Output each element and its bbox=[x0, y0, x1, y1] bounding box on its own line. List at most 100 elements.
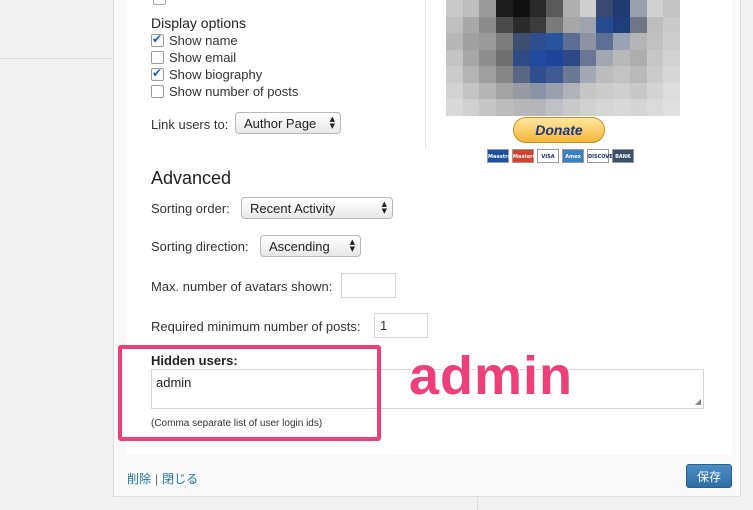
payment-card-icon: BANK bbox=[612, 149, 634, 163]
close-link[interactable]: 閉じる bbox=[162, 472, 198, 486]
show-post-count-checkbox[interactable] bbox=[151, 85, 164, 98]
avatar-pixel bbox=[446, 99, 463, 116]
delete-link[interactable]: 削除 bbox=[127, 472, 151, 486]
avatar-pixel bbox=[562, 66, 580, 83]
avatar-pixel bbox=[512, 82, 530, 100]
avatar-pixel bbox=[496, 99, 513, 116]
option-show-post-count[interactable]: Show number of posts bbox=[151, 83, 298, 100]
avatar-pixel bbox=[446, 82, 463, 100]
select-arrows-icon: ▲ ▼ bbox=[381, 200, 387, 215]
avatar-pixel bbox=[562, 82, 580, 100]
option-show-biography[interactable]: Show biography bbox=[151, 66, 262, 83]
avatar-pixel bbox=[446, 0, 463, 17]
avatar-pixel bbox=[479, 33, 497, 50]
avatar-pixel bbox=[596, 16, 614, 34]
avatar-pixel bbox=[646, 99, 664, 116]
avatar-pixel bbox=[512, 49, 530, 67]
column-divider bbox=[425, 0, 426, 148]
select-arrows-icon: ▲ ▼ bbox=[329, 115, 335, 130]
avatar-pixel bbox=[512, 99, 530, 116]
donate-button[interactable]: Donate bbox=[513, 117, 605, 143]
select-arrows-icon: ▲ ▼ bbox=[349, 238, 355, 253]
avatar-pixel bbox=[613, 16, 630, 34]
avatar-pixel bbox=[613, 33, 630, 50]
show-post-count-label: Show number of posts bbox=[169, 84, 299, 99]
avatar-pixel bbox=[613, 49, 630, 67]
avatar-pixel bbox=[529, 66, 547, 83]
avatar-pixel bbox=[479, 82, 497, 100]
resize-handle-icon[interactable]: ◢ bbox=[695, 397, 701, 406]
avatar-pixel bbox=[646, 66, 664, 83]
avatar-pixel bbox=[613, 0, 630, 17]
avatar-pixel bbox=[579, 0, 597, 17]
avatar-pixel bbox=[546, 16, 563, 34]
avatar-pixel bbox=[579, 82, 597, 100]
avatar-pixel bbox=[446, 16, 463, 34]
show-email-checkbox[interactable] bbox=[151, 51, 164, 64]
show-biography-checkbox[interactable] bbox=[151, 66, 164, 81]
payment-card-icon: MasterCard bbox=[512, 149, 546, 163]
avatar-pixel bbox=[546, 33, 563, 50]
avatar-pixel bbox=[596, 49, 614, 67]
avatar-pixel bbox=[496, 49, 513, 67]
annotation-text: admin bbox=[409, 346, 574, 406]
avatar-pixel bbox=[546, 82, 563, 100]
display-options-title: Display options bbox=[151, 15, 246, 31]
avatar-pixel bbox=[496, 16, 513, 34]
avatar-pixel bbox=[663, 82, 680, 100]
avatar-pixel bbox=[529, 99, 547, 116]
avatar-pixel bbox=[546, 0, 563, 17]
avatar-pixel bbox=[462, 16, 480, 34]
sorting-order-select[interactable]: Recent Activity ▲ ▼ bbox=[241, 197, 393, 219]
link-users-label: Link users to: bbox=[151, 117, 229, 132]
option-show-email[interactable]: Show email bbox=[151, 49, 236, 66]
avatar-pixel bbox=[529, 33, 547, 50]
max-avatars-input[interactable] bbox=[341, 273, 396, 298]
avatar-pixel bbox=[496, 33, 513, 50]
avatar-pixel bbox=[462, 99, 480, 116]
sorting-direction-select[interactable]: Ascending ▲ ▼ bbox=[260, 235, 361, 257]
avatar-pixel bbox=[462, 0, 480, 17]
avatar-pixel bbox=[529, 49, 547, 67]
avatar-pixel bbox=[462, 33, 480, 50]
save-button[interactable]: 保存 bbox=[686, 464, 732, 488]
payment-card-icon: Maestro bbox=[487, 149, 511, 163]
avatar-pixel bbox=[512, 0, 530, 17]
widget-footer-links: 削除 | 閉じる bbox=[127, 470, 198, 487]
avatar-image bbox=[446, 0, 680, 116]
link-users-select[interactable]: Author Page ▲ ▼ bbox=[235, 112, 341, 134]
avatar-pixel bbox=[646, 82, 664, 100]
show-name-checkbox[interactable] bbox=[151, 32, 164, 47]
avatar-pixel bbox=[446, 49, 463, 67]
avatar-pixel bbox=[596, 0, 614, 17]
avatar-pixel bbox=[562, 99, 580, 116]
footer-separator: | bbox=[155, 472, 159, 486]
avatar-pixel bbox=[579, 33, 597, 50]
avatar-pixel bbox=[663, 49, 680, 67]
avatar-pixel bbox=[663, 66, 680, 83]
avatar-pixel bbox=[529, 0, 547, 17]
partial-checkbox[interactable] bbox=[153, 0, 166, 5]
show-email-label: Show email bbox=[169, 50, 237, 65]
avatar-pixel bbox=[629, 99, 647, 116]
avatar-pixel bbox=[496, 82, 513, 100]
link-users-value: Author Page bbox=[244, 115, 317, 131]
avatar-pixel bbox=[646, 49, 664, 67]
show-name-label: Show name bbox=[169, 33, 238, 48]
avatar-pixel bbox=[479, 16, 497, 34]
payment-card-icon: VISA bbox=[537, 149, 559, 163]
avatar-pixel bbox=[646, 16, 664, 34]
min-posts-input[interactable]: 1 bbox=[374, 313, 428, 338]
avatar-pixel bbox=[663, 99, 680, 116]
avatar-pixel bbox=[546, 99, 563, 116]
admin-sidebar-area bbox=[0, 0, 113, 510]
avatar-pixel bbox=[529, 82, 547, 100]
avatar-pixel bbox=[546, 49, 563, 67]
avatar-pixel bbox=[629, 82, 647, 100]
avatar-pixel bbox=[479, 0, 497, 17]
avatar-pixel bbox=[562, 0, 580, 17]
avatar-pixel bbox=[663, 16, 680, 34]
avatar-pixel bbox=[629, 33, 647, 50]
option-show-name[interactable]: Show name bbox=[151, 32, 238, 49]
sorting-direction-value: Ascending bbox=[269, 238, 330, 254]
